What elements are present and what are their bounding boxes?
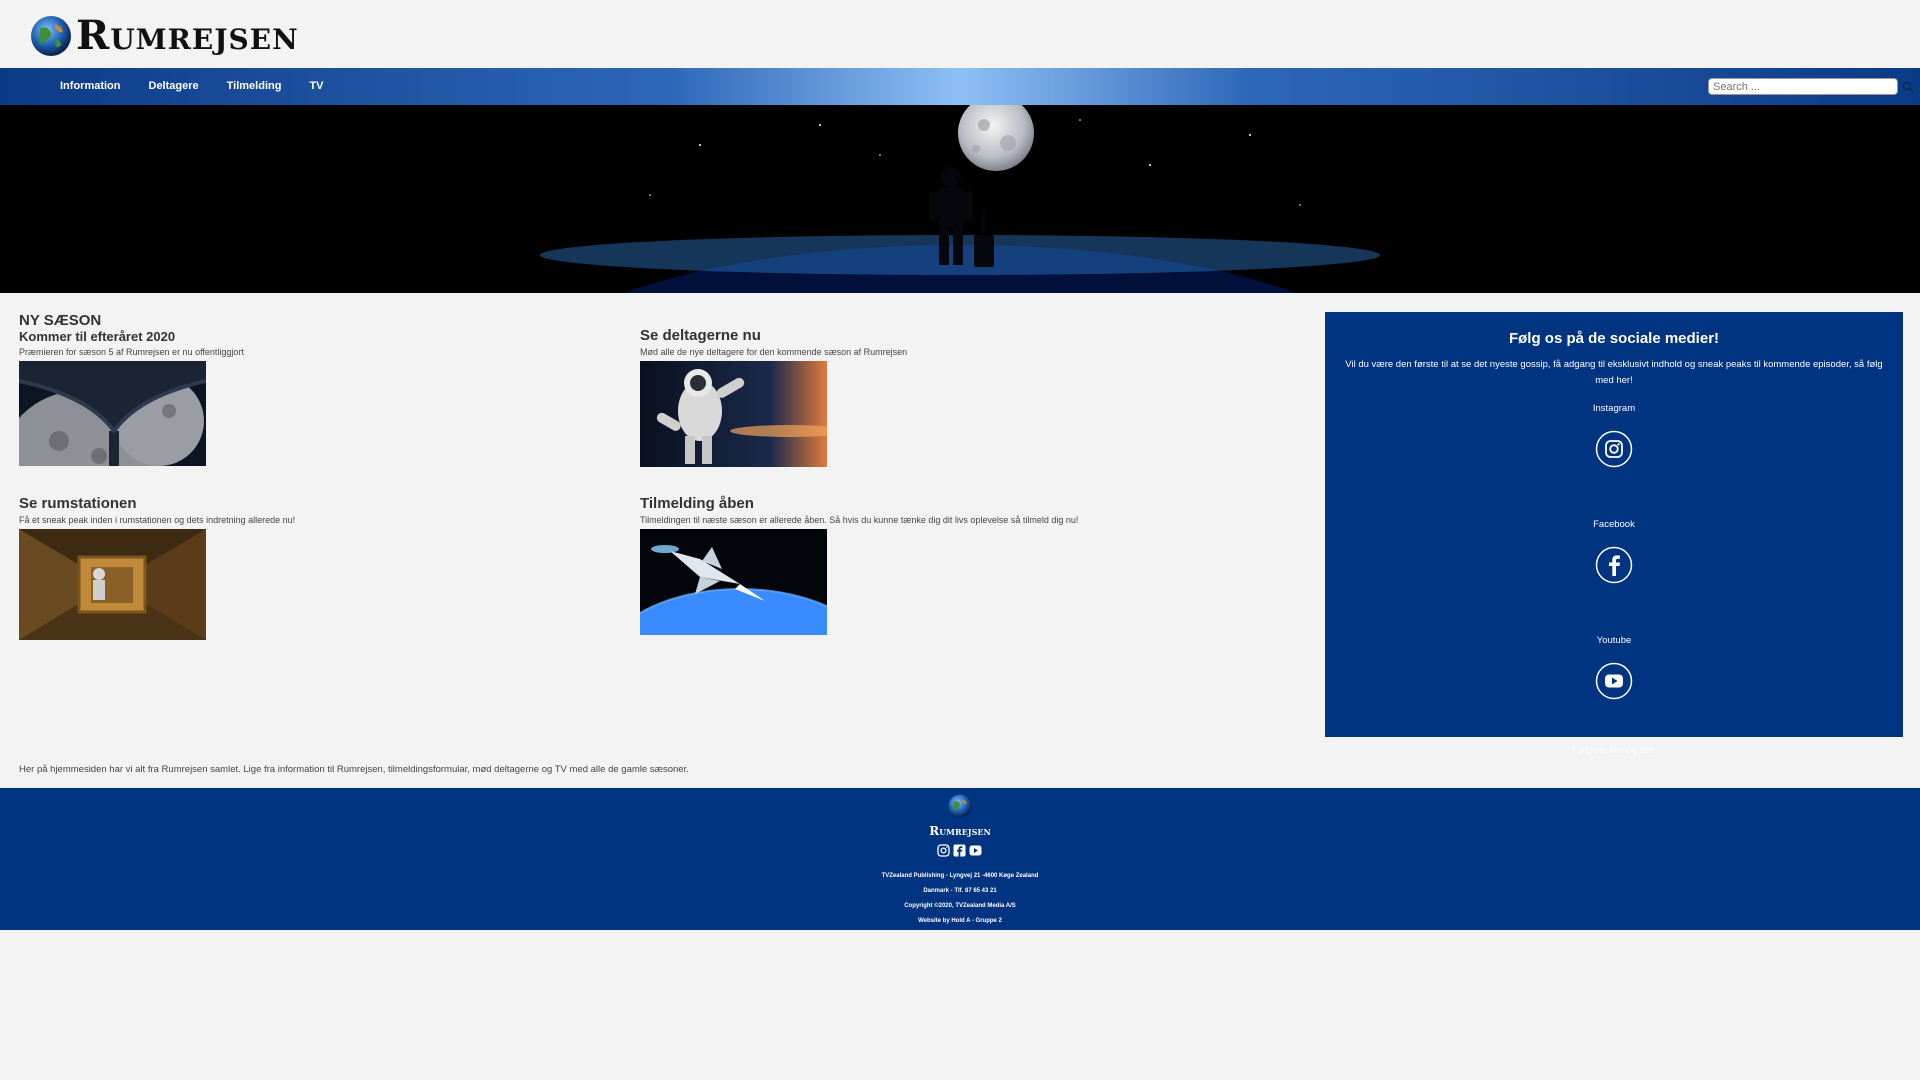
nav-item-tilmelding[interactable]: Tilmelding bbox=[213, 68, 296, 105]
search-input[interactable] bbox=[1708, 78, 1898, 95]
instagram-icon[interactable] bbox=[937, 844, 950, 857]
instagram-icon[interactable] bbox=[1595, 430, 1633, 468]
season-image[interactable] bbox=[19, 361, 206, 466]
card-description: Få et sneak peak inden i rumstationen og… bbox=[19, 515, 296, 525]
footer-copyright: Copyright ©2020, TVZealand Media A/S bbox=[904, 903, 1016, 909]
card-kicker: NY SÆSON bbox=[19, 312, 102, 329]
social-footer-text: Følg os, like og del! bbox=[1572, 745, 1656, 756]
nav-item-information[interactable]: Information bbox=[46, 68, 135, 105]
facebook-icon[interactable] bbox=[953, 844, 966, 857]
nav-item-deltagere[interactable]: Deltagere bbox=[135, 68, 213, 105]
site-description: Her på hjemmesiden har vi alt fra Rumrej… bbox=[19, 764, 689, 775]
space-station-image[interactable] bbox=[19, 529, 206, 640]
card-signup: Tilmelding åben Tilmeldingen til næste s… bbox=[640, 495, 1078, 635]
astronaut-image[interactable] bbox=[640, 361, 827, 467]
footer-address: TVZealand Publishing - Lyngvej 21 -4600 … bbox=[881, 873, 1039, 879]
card-space-station: Se rumstationen Få et sneak peak inden i… bbox=[19, 495, 295, 640]
footer-logo[interactable]: Rumrejsen bbox=[923, 794, 997, 838]
search-icon[interactable] bbox=[1902, 81, 1914, 93]
card-title: Se rumstationen bbox=[19, 495, 137, 512]
youtube-icon[interactable] bbox=[1595, 662, 1633, 700]
footer-credit: Website by Hold A - Gruppe 2 bbox=[918, 918, 1002, 924]
instagram-label: Instagram bbox=[1592, 403, 1636, 414]
footer-social-icons bbox=[937, 844, 982, 857]
logo-text: Rumrejsen bbox=[76, 12, 299, 59]
social-box: Følg os på de sociale medier! Vil du vær… bbox=[1325, 312, 1903, 756]
card-new-season: NY SÆSON Kommer til efteråret 2020 Præmi… bbox=[19, 312, 244, 466]
nav-item-tv[interactable]: TV bbox=[295, 68, 337, 105]
card-title: Kommer til efteråret 2020 bbox=[19, 329, 176, 344]
globe-icon bbox=[948, 794, 972, 818]
site-header: Rumrejsen bbox=[0, 0, 1920, 68]
globe-icon bbox=[31, 15, 71, 56]
card-description: Tilmeldingen til næste sæson er allerede… bbox=[640, 515, 1079, 525]
facebook-icon[interactable] bbox=[1595, 546, 1633, 584]
astronaut-moon-image bbox=[0, 105, 1920, 293]
main-nav: Information Deltagere Tilmelding TV bbox=[0, 68, 1920, 105]
card-description: Præmieren for sæson 5 af Rumrejsen er nu… bbox=[19, 347, 244, 357]
footer-logo-text: Rumrejsen bbox=[929, 824, 991, 838]
social-title: Følg os på de sociale medier! bbox=[1508, 330, 1720, 347]
card-title: Tilmelding åben bbox=[640, 495, 754, 512]
facebook-label: Facebook bbox=[1593, 519, 1635, 530]
footer-phone: Danmark - Tlf. 87 65 43 21 bbox=[923, 888, 997, 894]
social-intro: Vil du være den første til at se det nye… bbox=[1345, 359, 1883, 386]
youtube-label: Youtube bbox=[1596, 635, 1632, 646]
youtube-icon[interactable] bbox=[969, 844, 982, 857]
site-logo[interactable]: Rumrejsen bbox=[30, 12, 299, 59]
card-title: Se deltagerne nu bbox=[640, 327, 761, 344]
card-participants: Se deltagerne nu Mød alle de nye deltage… bbox=[640, 327, 907, 467]
site-footer: Rumrejsen TVZealand Publishing - Lyngvej… bbox=[0, 788, 1920, 930]
card-description: Mød alle de nye deltagere for den kommen… bbox=[640, 347, 908, 357]
spaceship-image[interactable] bbox=[640, 529, 827, 635]
hero-banner bbox=[0, 105, 1920, 293]
